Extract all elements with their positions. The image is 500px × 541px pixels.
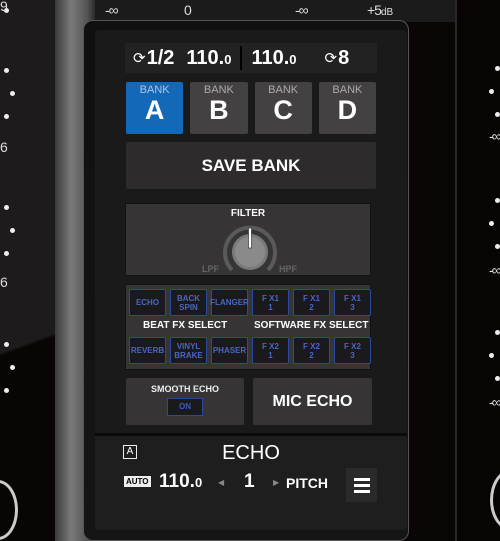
- knob-indicator-dot: [4, 114, 9, 119]
- knob-indicator-dot: [10, 228, 15, 233]
- menu-button[interactable]: [346, 468, 377, 502]
- knob-indicator-dot: [495, 66, 500, 71]
- knob-indicator-dot: [489, 89, 494, 94]
- scale-max-label: +5dB: [367, 2, 394, 18]
- scale-label: 6: [0, 139, 8, 155]
- scale-max-label: 0: [184, 2, 192, 18]
- deck-status-bar: ⟳ 1/2 110.0 110.0 ⟳ 8: [125, 43, 377, 73]
- fx-backspin-button[interactable]: BACK SPIN: [170, 289, 207, 316]
- beat-fx-select-label: BEAT FX SELECT: [143, 320, 228, 331]
- knob-indicator-dot: [495, 330, 500, 335]
- smooth-echo-title: SMOOTH ECHO: [150, 384, 219, 394]
- bank-letter: C: [273, 95, 293, 125]
- bank-label: BANK: [268, 84, 299, 96]
- knob-indicator-dot: [495, 198, 500, 203]
- loop-arrow-icon: ⟳: [133, 50, 146, 67]
- touch-screen: ⟳ 1/2 110.0 110.0 ⟳ 8 BANK A BANK B BANK…: [95, 30, 407, 530]
- filter-panel: FILTER LPF HPF: [125, 203, 371, 276]
- fx2-1-button[interactable]: F X2 1: [252, 337, 289, 364]
- current-fx-name: ECHO: [222, 442, 280, 464]
- knob-indicator-dot: [495, 244, 500, 249]
- mic-echo-button[interactable]: MIC ECHO: [253, 378, 372, 425]
- bank-label: BANK: [332, 84, 363, 96]
- bpm-left: 110.0: [186, 46, 232, 69]
- filter-knob[interactable]: [222, 222, 278, 278]
- bank-label: BANK: [203, 84, 234, 96]
- bank-selector: BANK A BANK B BANK C BANK D: [126, 82, 376, 134]
- beat-decrease-icon[interactable]: ◀: [218, 478, 224, 487]
- save-bank-button[interactable]: SAVE BANK: [126, 142, 376, 189]
- scale-label: -∞: [489, 128, 500, 144]
- fx-bpm: 110.0: [159, 471, 203, 492]
- scale-label: -∞: [489, 394, 500, 410]
- fx-row: ECHO BACK SPIN FLANGER F X1 1 F X1 2 F X…: [129, 289, 371, 316]
- fx1-2-button[interactable]: F X1 2: [293, 289, 330, 316]
- scale-min-label: -∞: [295, 2, 309, 18]
- filter-title: FILTER: [230, 208, 266, 219]
- knob-indicator-dot: [4, 205, 9, 210]
- knob-indicator-dot: [495, 112, 500, 117]
- fx1-1-button[interactable]: F X1 1: [252, 289, 289, 316]
- knob-indicator-dot: [4, 251, 9, 256]
- beat-value: 1: [244, 471, 255, 492]
- fx-flanger-button[interactable]: FLANGER: [210, 289, 249, 316]
- top-scale-strip: -∞ 0 -∞ +5dB: [95, 0, 455, 22]
- bank-letter: A: [144, 95, 165, 125]
- loop-length-left: 1/2: [146, 46, 175, 69]
- software-fx-select-label: SOFTWARE FX SELECT: [254, 320, 369, 331]
- bank-a-button[interactable]: BANK A: [126, 82, 184, 134]
- fx-phaser-button[interactable]: PHASER: [211, 337, 248, 364]
- knob-indicator-dot: [4, 68, 9, 73]
- bank-d-button[interactable]: BANK D: [318, 82, 376, 134]
- right-hardware-panel: -∞ -∞ -∞ -∞: [455, 0, 500, 541]
- bank-letter: B: [209, 95, 229, 125]
- scale-label: -∞: [489, 262, 500, 278]
- smooth-echo-panel: SMOOTH ECHO ON: [126, 378, 244, 425]
- loop-length-right: 8: [338, 46, 350, 69]
- bpm-right: 110.0: [251, 46, 297, 69]
- fx1-3-button[interactable]: F X1 3: [334, 289, 371, 316]
- knob-indicator-dot: [489, 353, 494, 358]
- knob-ring: [490, 470, 500, 530]
- beat-increase-icon[interactable]: ▶: [273, 478, 279, 487]
- fx-row: REVERB VINYL BRAKE PHASER F X2 1 F X2 2 …: [129, 337, 371, 364]
- knob-indicator-dot: [4, 342, 9, 347]
- hamburger-icon-bar: [353, 489, 370, 493]
- fx-vinyl-brake-button[interactable]: VINYL BRAKE: [170, 337, 207, 364]
- loop-arrow-icon: ⟳: [324, 50, 338, 67]
- fx-select-panel: ECHO BACK SPIN FLANGER F X1 1 F X1 2 F X…: [125, 284, 371, 370]
- fx2-3-button[interactable]: F X2 3: [334, 337, 371, 364]
- fx-info-bar: A ECHO AUTO 110.0 ◀ 1 ▶ PITCH: [95, 433, 407, 530]
- bank-b-button[interactable]: BANK B: [190, 82, 248, 134]
- smooth-echo-toggle[interactable]: ON: [167, 398, 203, 416]
- left-hardware-panel: 9 6 6: [0, 0, 55, 541]
- hamburger-icon-bar: [353, 483, 370, 487]
- fx-echo-button[interactable]: ECHO: [129, 289, 166, 316]
- knob-indicator-dot: [4, 388, 9, 393]
- auto-badge: AUTO: [124, 476, 151, 487]
- scale-min-label: -∞: [105, 2, 119, 18]
- knob-indicator-dot: [10, 91, 15, 96]
- bank-label: BANK: [139, 84, 170, 96]
- knob-indicator-dot: [489, 221, 494, 226]
- bank-letter: D: [337, 95, 358, 125]
- hamburger-icon-bar: [353, 477, 370, 481]
- hpf-label: HPF: [279, 264, 297, 274]
- fx2-2-button[interactable]: F X2 2: [293, 337, 330, 364]
- knob-indicator-dot: [495, 376, 500, 381]
- pitch-label: PITCH: [286, 475, 328, 491]
- divider: [240, 46, 243, 70]
- lpf-label: LPF: [202, 264, 219, 274]
- fx-reverb-button[interactable]: REVERB: [129, 337, 166, 364]
- knob-indicator-dot: [10, 365, 15, 370]
- scale-label: 9: [0, 0, 8, 14]
- scale-label: 6: [0, 274, 8, 290]
- bank-c-button[interactable]: BANK C: [254, 82, 312, 134]
